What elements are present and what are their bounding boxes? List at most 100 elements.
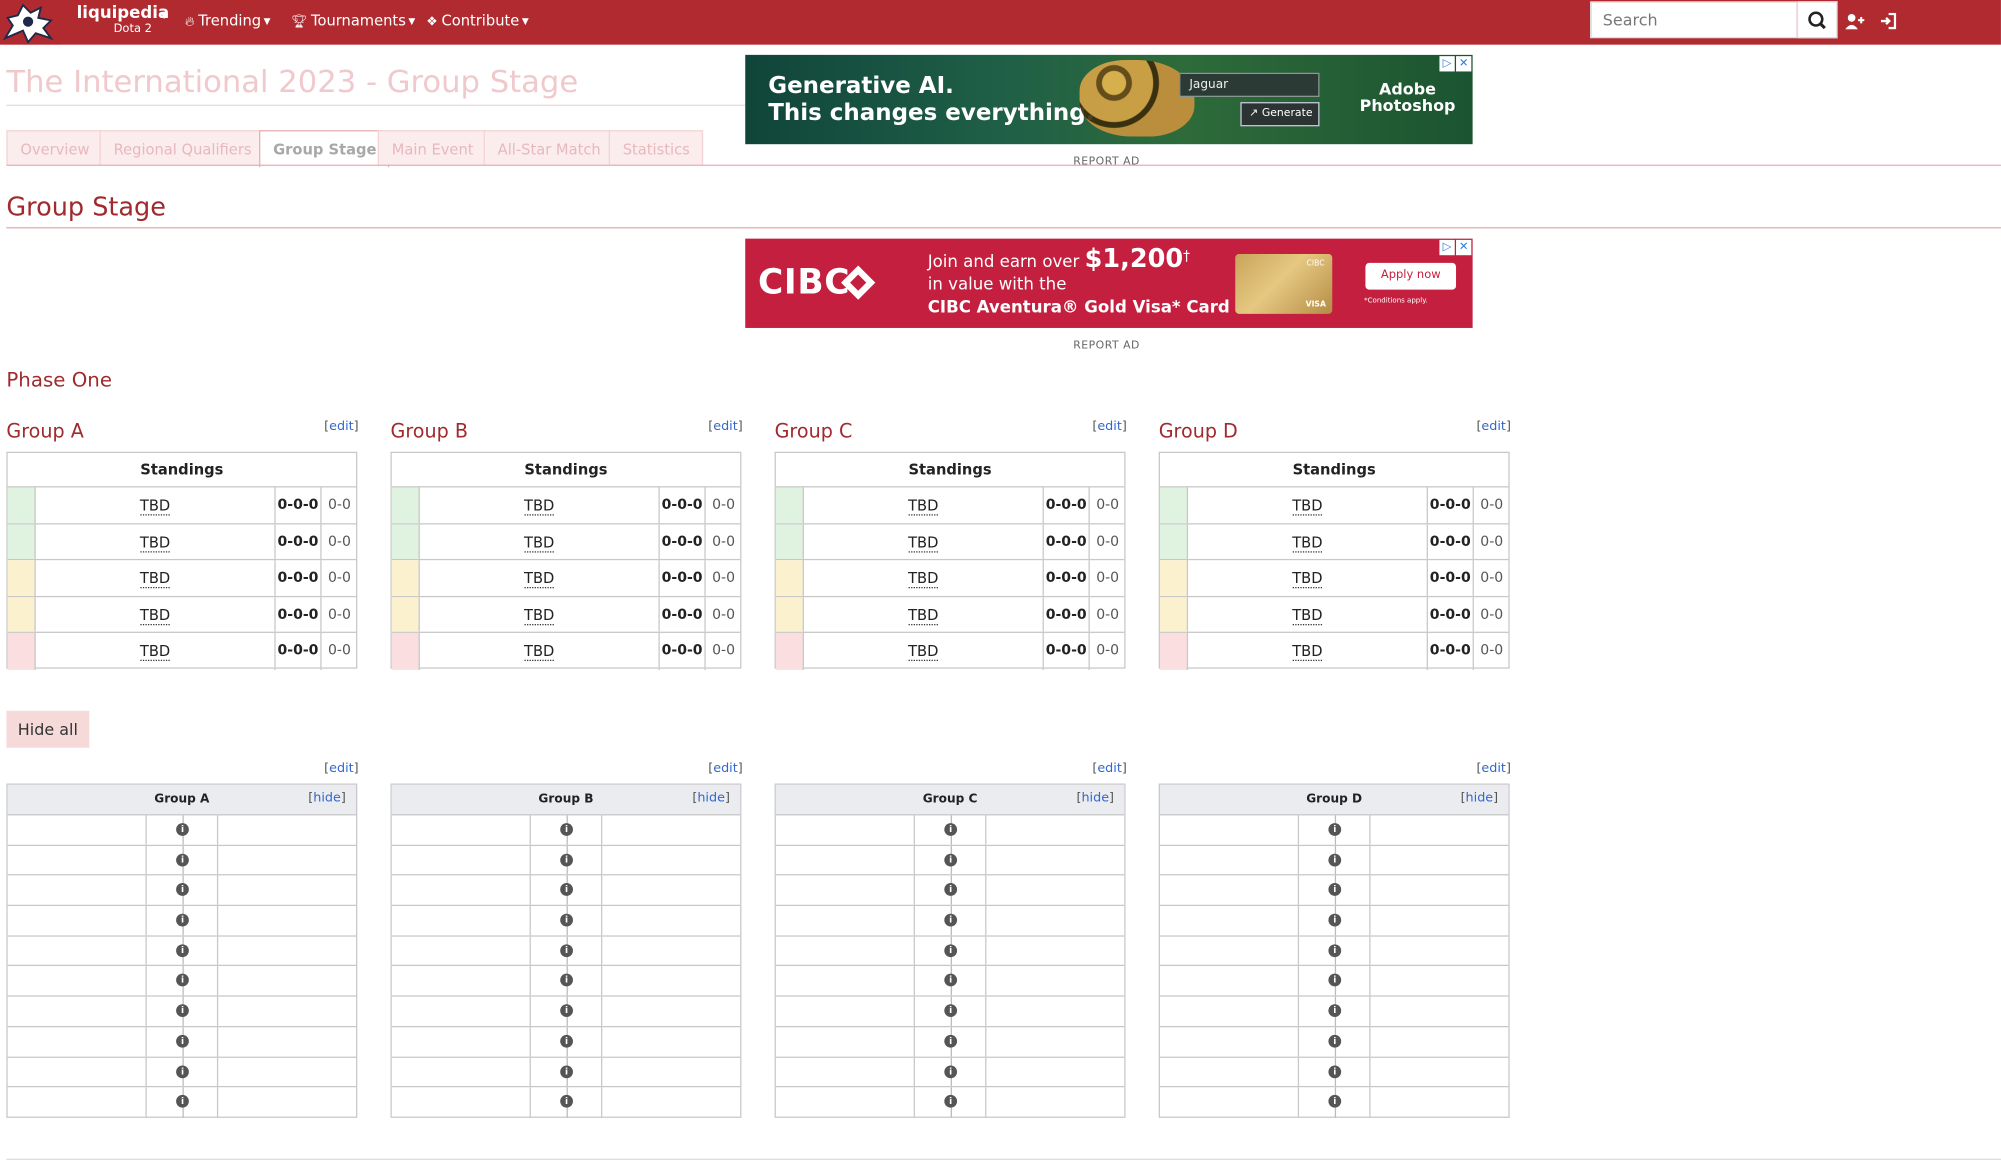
info-icon[interactable]: i bbox=[1328, 1064, 1342, 1078]
report-ad-link[interactable]: REPORT AD bbox=[1073, 156, 1140, 169]
ad-banner-adobe[interactable]: Generative AI. This changes everything. … bbox=[745, 54, 1473, 145]
team-name-text[interactable]: TBD bbox=[523, 642, 555, 662]
ad-apply-button[interactable]: Apply now bbox=[1365, 262, 1457, 290]
team-name-text[interactable]: TBD bbox=[1292, 569, 1323, 589]
team-name[interactable]: TBD bbox=[36, 633, 276, 670]
hide-toggle[interactable]: [hide] bbox=[1076, 791, 1114, 805]
info-icon[interactable]: i bbox=[560, 913, 573, 927]
team-name[interactable]: TBD bbox=[420, 560, 660, 596]
team-name-text[interactable]: TBD bbox=[908, 569, 939, 589]
info-icon[interactable]: i bbox=[1328, 1034, 1342, 1048]
info-icon[interactable]: i bbox=[944, 823, 958, 836]
create-account-icon[interactable] bbox=[1845, 13, 1865, 33]
info-icon[interactable]: i bbox=[1328, 974, 1342, 987]
tab-regional-qualifiers[interactable]: Regional Qualifiers bbox=[99, 130, 265, 165]
info-icon[interactable]: i bbox=[176, 1095, 189, 1108]
edit-link[interactable]: edit bbox=[1481, 420, 1506, 434]
team-name-text[interactable]: TBD bbox=[523, 605, 555, 626]
info-icon[interactable]: i bbox=[944, 913, 958, 927]
info-icon[interactable]: i bbox=[1328, 1095, 1342, 1108]
ad-banner-cibc[interactable]: CIBC Join and earn over $1,200† in value… bbox=[745, 238, 1473, 328]
team-name-text[interactable]: TBD bbox=[1292, 605, 1323, 626]
info-icon[interactable]: i bbox=[560, 1004, 573, 1018]
edit-link[interactable]: edit bbox=[1097, 420, 1122, 434]
team-name-text[interactable]: TBD bbox=[1292, 642, 1323, 662]
info-icon[interactable]: i bbox=[176, 1064, 189, 1078]
team-name[interactable]: TBD bbox=[1188, 633, 1428, 670]
info-icon[interactable]: i bbox=[1328, 1004, 1342, 1018]
info-icon[interactable]: i bbox=[560, 1095, 573, 1108]
info-icon[interactable]: i bbox=[560, 974, 573, 987]
team-name[interactable]: TBD bbox=[804, 523, 1044, 560]
team-name[interactable]: TBD bbox=[804, 633, 1044, 670]
hide-toggle[interactable]: [hide] bbox=[1461, 791, 1499, 805]
report-ad-link[interactable]: REPORT AD bbox=[1073, 339, 1140, 352]
info-icon[interactable]: i bbox=[176, 974, 189, 987]
hide-toggle[interactable]: [hide] bbox=[692, 791, 730, 805]
team-name[interactable]: TBD bbox=[36, 487, 276, 523]
edit-link[interactable]: edit bbox=[713, 762, 738, 776]
info-icon[interactable]: i bbox=[944, 974, 958, 987]
group-b-standings-edit-link[interactable]: [edit] bbox=[708, 420, 742, 434]
group-a-matches-edit-link[interactable]: [edit] bbox=[324, 762, 358, 776]
info-icon[interactable]: i bbox=[176, 913, 189, 927]
hide-link[interactable]: hide bbox=[697, 791, 725, 805]
team-name[interactable]: TBD bbox=[804, 560, 1044, 596]
info-icon[interactable]: i bbox=[560, 943, 573, 957]
info-icon[interactable]: i bbox=[944, 883, 958, 897]
info-icon[interactable]: i bbox=[1328, 883, 1342, 897]
info-icon[interactable]: i bbox=[1328, 943, 1342, 957]
ad-close-icon[interactable]: ✕ bbox=[1456, 56, 1472, 72]
info-icon[interactable]: i bbox=[560, 823, 573, 836]
team-name-text[interactable]: TBD bbox=[908, 642, 939, 662]
team-name-text[interactable]: TBD bbox=[908, 605, 939, 626]
info-icon[interactable]: i bbox=[944, 1004, 958, 1018]
edit-link[interactable]: edit bbox=[1481, 762, 1506, 776]
info-icon[interactable]: i bbox=[560, 1064, 573, 1078]
edit-link[interactable]: edit bbox=[329, 420, 354, 434]
team-name-text[interactable]: TBD bbox=[139, 642, 171, 662]
team-name-text[interactable]: TBD bbox=[908, 532, 939, 553]
info-icon[interactable]: i bbox=[1328, 853, 1342, 867]
team-name[interactable]: TBD bbox=[420, 487, 660, 523]
team-name-text[interactable]: TBD bbox=[523, 569, 555, 589]
team-name[interactable]: TBD bbox=[1188, 560, 1428, 596]
team-name[interactable]: TBD bbox=[1188, 487, 1428, 523]
info-icon[interactable]: i bbox=[1328, 823, 1342, 836]
group-c-standings-edit-link[interactable]: [edit] bbox=[1092, 420, 1126, 434]
team-name-text[interactable]: TBD bbox=[1292, 496, 1323, 516]
info-icon[interactable]: i bbox=[1328, 913, 1342, 927]
hide-link[interactable]: hide bbox=[1466, 791, 1494, 805]
info-icon[interactable]: i bbox=[944, 1064, 958, 1078]
info-icon[interactable]: i bbox=[176, 823, 189, 836]
ad-choices-icon[interactable]: ▷ bbox=[1439, 239, 1455, 256]
info-icon[interactable]: i bbox=[560, 883, 573, 897]
info-icon[interactable]: i bbox=[176, 883, 189, 897]
group-b-matches-edit-link[interactable]: [edit] bbox=[708, 762, 742, 776]
info-icon[interactable]: i bbox=[176, 943, 189, 957]
hide-link[interactable]: hide bbox=[313, 791, 341, 805]
search-input[interactable] bbox=[1591, 2, 1797, 38]
ad-close-icon[interactable]: ✕ bbox=[1456, 239, 1472, 256]
team-name-text[interactable]: TBD bbox=[523, 532, 555, 553]
group-d-matches-edit-link[interactable]: [edit] bbox=[1476, 762, 1510, 776]
team-name[interactable]: TBD bbox=[804, 596, 1044, 633]
team-name-text[interactable]: TBD bbox=[523, 496, 555, 516]
tab-statistics[interactable]: Statistics bbox=[608, 130, 703, 165]
hide-toggle[interactable]: [hide] bbox=[308, 791, 346, 805]
group-a-standings-edit-link[interactable]: [edit] bbox=[324, 420, 358, 434]
group-c-matches-edit-link[interactable]: [edit] bbox=[1092, 762, 1126, 776]
team-name[interactable]: TBD bbox=[420, 633, 660, 670]
info-icon[interactable]: i bbox=[176, 1004, 189, 1018]
team-name[interactable]: TBD bbox=[420, 596, 660, 633]
edit-link[interactable]: edit bbox=[1097, 762, 1122, 776]
tab-overview[interactable]: Overview bbox=[6, 130, 103, 165]
brand-switcher[interactable]: liquipedia ▼ Dota 2 bbox=[77, 4, 170, 36]
hide-all-button[interactable]: Hide all bbox=[6, 710, 90, 748]
team-name[interactable]: TBD bbox=[1188, 523, 1428, 560]
team-name[interactable]: TBD bbox=[804, 487, 1044, 523]
info-icon[interactable]: i bbox=[176, 1034, 189, 1048]
info-icon[interactable]: i bbox=[944, 1095, 958, 1108]
hide-link[interactable]: hide bbox=[1081, 791, 1109, 805]
team-name-text[interactable]: TBD bbox=[139, 605, 171, 626]
